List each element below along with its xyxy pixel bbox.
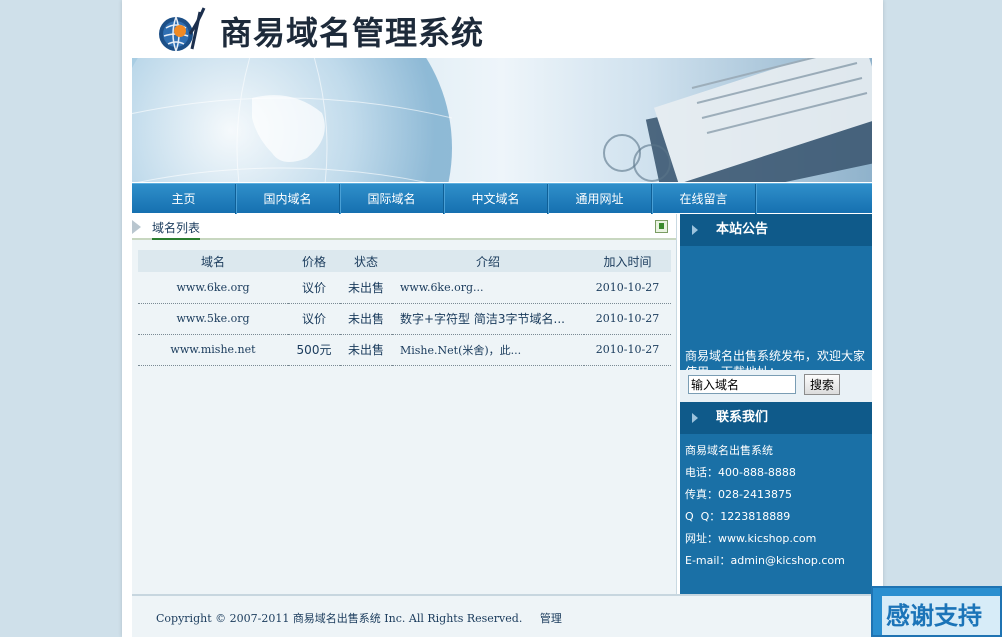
- contact-header: 联系我们: [680, 402, 872, 434]
- contact-fax: 传真：028-2413875: [685, 488, 792, 501]
- nav-item-general-urls[interactable]: 通用网址: [548, 183, 652, 214]
- nav-item-domestic-domains[interactable]: 国内域名: [236, 183, 340, 214]
- footer: Copyright © 2007-2011 商易域名出售系统 Inc. All …: [132, 594, 872, 637]
- price-cell: 议价: [288, 303, 340, 335]
- contact-title: 联系我们: [716, 410, 769, 425]
- search-button[interactable]: 搜索: [804, 374, 840, 395]
- domain-list-panel: 域名列表 域名 价格 状态 介绍 加入时间 www.6ke.org 议价 未出售…: [132, 214, 677, 594]
- price-cell: 议价: [288, 272, 340, 304]
- main-nav: 主页 国内域名 国际域名 中文域名 通用网址 在线留言: [132, 183, 872, 214]
- column-header-intro: 介绍: [392, 250, 584, 272]
- nav-item-home[interactable]: 主页: [132, 183, 236, 214]
- notice-header: 本站公告: [680, 214, 872, 246]
- domain-link[interactable]: www.5ke.org: [138, 303, 288, 335]
- status-cell: 未出售: [340, 334, 392, 366]
- copyright-text: Copyright © 2007-2011 商易域名出售系统 Inc. All …: [156, 610, 562, 626]
- price-cell: 500元: [288, 334, 340, 366]
- header: 商易域名管理系统: [122, 0, 883, 58]
- notice-text: 商易域名出售系统发布，欢迎大家使用，下载地址：http://www.kicsho…: [685, 349, 866, 370]
- notice-marquee: 商易域名出售系统发布，欢迎大家使用，下载地址：http://www.kicsho…: [680, 246, 872, 370]
- table-row: www.mishe.net 500元 未出售 Mishe.Net(米舍)，此..…: [138, 334, 671, 366]
- date-cell: 2010-10-27: [584, 303, 671, 335]
- arrow-right-icon: [132, 220, 141, 234]
- intro-link[interactable]: 数字+字符型 简洁3字节域名...: [392, 303, 584, 335]
- copyright-label: Copyright © 2007-2011 商易域名出售系统 Inc. All …: [156, 612, 523, 625]
- table-row: www.5ke.org 议价 未出售 数字+字符型 简洁3字节域名... 201…: [138, 303, 671, 335]
- sidebar: 本站公告 商易域名出售系统发布，欢迎大家使用，下载地址：http://www.k…: [680, 214, 872, 594]
- contact-qq: Q Q：1223818889: [685, 510, 791, 523]
- domain-link[interactable]: www.6ke.org: [138, 272, 288, 304]
- notice-title: 本站公告: [716, 222, 769, 237]
- status-cell: 未出售: [340, 272, 392, 304]
- contact-company: 商易域名出售系统: [685, 444, 773, 457]
- thanks-label: 感谢支持: [882, 596, 1000, 635]
- intro-link[interactable]: Mishe.Net(米舍)，此...: [392, 334, 584, 366]
- intro-link[interactable]: www.6ke.org...: [392, 272, 584, 304]
- nav-item-guestbook[interactable]: 在线留言: [652, 183, 756, 214]
- thanks-badge[interactable]: 感谢支持: [871, 586, 1002, 637]
- search-input[interactable]: [688, 375, 796, 394]
- column-header-status: 状态: [340, 250, 392, 272]
- contact-website: 网址：www.kicshop.com: [685, 532, 817, 545]
- globe-newspaper-illustration: [132, 58, 872, 182]
- nav-item-chinese-domains[interactable]: 中文域名: [444, 183, 548, 214]
- column-header-date: 加入时间: [584, 250, 671, 272]
- contact-info: 商易域名出售系统 电话：400-888-8888 传真：028-2413875 …: [680, 434, 872, 578]
- contact-phone: 电话：400-888-8888: [685, 466, 796, 479]
- banner-image: [132, 58, 872, 182]
- globe-logo-icon: [159, 7, 206, 52]
- page-container: 商易域名管理系统 主页 国内域名 国际域名 中文域名 通用网址 在线留言 域名列…: [122, 0, 883, 637]
- date-cell: 2010-10-27: [584, 272, 671, 304]
- table-row: www.6ke.org 议价 未出售 www.6ke.org... 2010-1…: [138, 272, 671, 304]
- date-cell: 2010-10-27: [584, 334, 671, 366]
- panel-header: 域名列表: [132, 214, 676, 240]
- triangle-right-icon: [692, 413, 698, 423]
- column-header-domain: 域名: [138, 250, 288, 272]
- more-icon[interactable]: [655, 220, 668, 233]
- table-header-row: 域名 价格 状态 介绍 加入时间: [138, 250, 671, 272]
- triangle-right-icon: [692, 225, 698, 235]
- tab-domain-list[interactable]: 域名列表: [152, 219, 201, 240]
- contact-email: E-mail：admin@kicshop.com: [685, 554, 845, 567]
- status-cell: 未出售: [340, 303, 392, 335]
- column-header-price: 价格: [288, 250, 340, 272]
- site-title: 商易域名管理系统: [220, 14, 485, 52]
- domain-table: 域名 价格 状态 介绍 加入时间 www.6ke.org 议价 未出售 www.…: [138, 250, 671, 366]
- domain-link[interactable]: www.mishe.net: [138, 334, 288, 366]
- search-bar: 搜索: [680, 370, 872, 402]
- nav-item-international-domains[interactable]: 国际域名: [340, 183, 444, 214]
- admin-link[interactable]: 管理: [540, 612, 562, 625]
